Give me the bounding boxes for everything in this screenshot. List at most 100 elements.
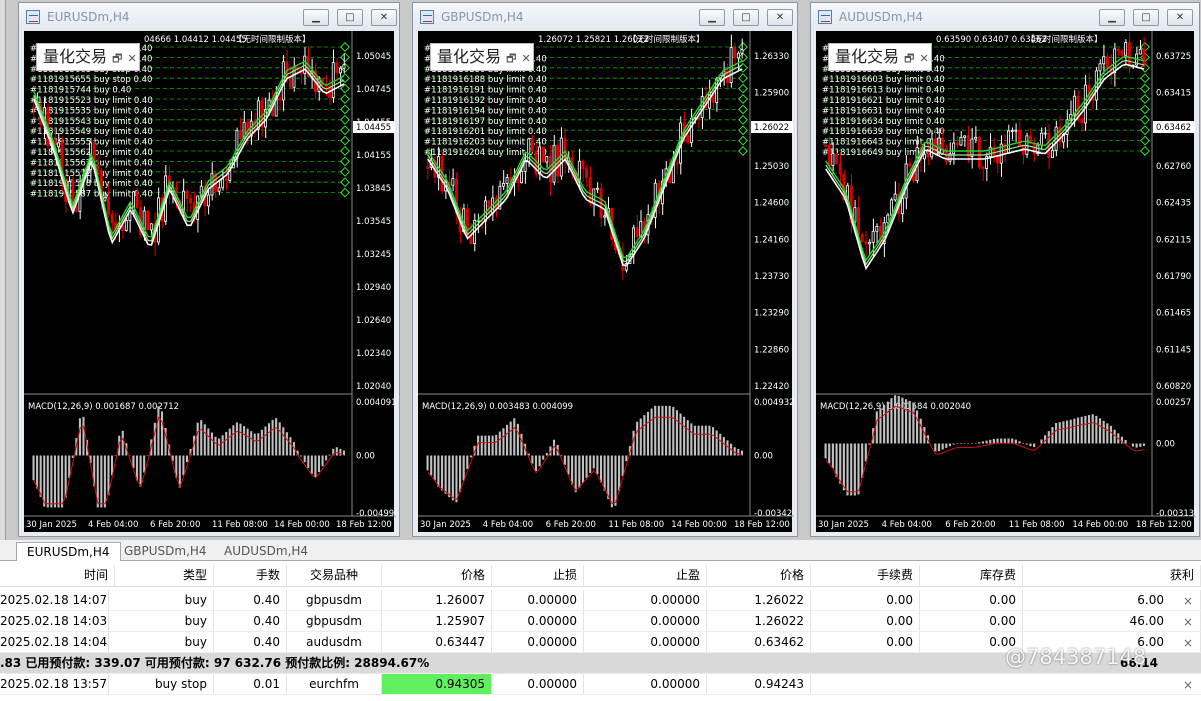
minimize-button[interactable]: ▁: [303, 9, 329, 26]
chart-window-gbpusd[interactable]: GBPUSDm,H4 ▁ □ ✕ #1181916297 buy 0.40#11…: [412, 2, 798, 537]
window-title: AUDUSDm,H4: [839, 10, 924, 24]
column-header[interactable]: 手续费: [811, 565, 920, 586]
order-diamond: [340, 177, 350, 188]
tab-gbpusd[interactable]: GBPUSDm,H4: [114, 542, 217, 561]
macd-bar: [1102, 420, 1105, 444]
macd-bar: [654, 405, 657, 456]
macd-bar: [39, 455, 42, 497]
table-cell: 0.00: [920, 590, 1023, 610]
macd-bar: [908, 400, 911, 444]
restore-icon[interactable]: 🗗: [904, 52, 914, 65]
candle-body: [451, 178, 455, 186]
macd-bar: [462, 455, 465, 481]
column-header[interactable]: 交易品种: [287, 565, 382, 586]
maximize-button[interactable]: □: [337, 9, 363, 26]
close-order-icon[interactable]: ×: [1183, 636, 1193, 650]
table-cell: 2025.02.18 14:03:46: [0, 611, 109, 631]
macd-bar: [1018, 441, 1021, 444]
window-titlebar[interactable]: EURUSDm,H4 ▁ □ ✕: [19, 3, 399, 31]
price-tick: 0.62760: [1156, 162, 1191, 172]
candle-body: [675, 162, 679, 165]
column-header[interactable]: 价格: [707, 565, 811, 586]
candle-body: [585, 168, 589, 178]
column-header[interactable]: 手数: [214, 565, 287, 586]
position-row[interactable]: 2025.02.18 14:07:00 buy0.40gbpusdm1.26007…: [0, 590, 1201, 611]
order-diamond: [738, 83, 748, 94]
maximize-button[interactable]: □: [1133, 9, 1159, 26]
minimize-button[interactable]: ▁: [1099, 9, 1125, 26]
price-tick: 0.61145: [1156, 345, 1191, 355]
table-cell: 0.40: [214, 590, 287, 610]
macd-bar: [246, 428, 249, 456]
candle-body: [868, 241, 871, 245]
price-tick: 0.60820: [1156, 382, 1191, 392]
candle-body: [256, 100, 260, 130]
macd-bar: [912, 402, 915, 444]
column-header[interactable]: 止损: [492, 565, 584, 586]
tab-audusd[interactable]: AUDUSDm,H4: [214, 542, 318, 561]
column-header[interactable]: 时间: [0, 565, 115, 586]
macd-bar: [43, 455, 46, 507]
restore-icon[interactable]: 🗗: [506, 52, 516, 65]
order-diamond: [1140, 83, 1150, 94]
column-header[interactable]: 库存费: [920, 565, 1023, 586]
candle-body: [1007, 130, 1011, 154]
close-order-icon[interactable]: ×: [1183, 678, 1193, 692]
candle-body: [988, 146, 992, 157]
window-titlebar[interactable]: GBPUSDm,H4 ▁ □ ✕: [413, 3, 797, 31]
macd-bar: [509, 421, 512, 456]
column-header[interactable]: 获利: [1023, 565, 1201, 586]
macd-bar: [868, 443, 871, 445]
window-titlebar[interactable]: AUDUSDm,H4 ▁ □ ✕: [811, 3, 1199, 31]
price-chart[interactable]: #1181916738 buy 0.40#1181916593 buy limi…: [816, 31, 1196, 532]
pending-order-row[interactable]: 2025.02.18 13:57:10buy stop0.01eurchfm0.…: [0, 674, 1201, 695]
order-diamond: [1140, 125, 1150, 136]
macd-bar: [875, 411, 878, 444]
candle-body: [595, 187, 599, 190]
price-chart[interactable]: #1181915672 buy stop 0.40#1181915668 buy…: [24, 31, 396, 532]
tab-eurusd[interactable]: EURUSDm,H4: [16, 542, 121, 561]
macd-bar: [567, 455, 570, 475]
minimize-button[interactable]: ▁: [699, 9, 725, 26]
position-row[interactable]: 2025.02.18 14:03:46 buy0.40gbpusdm1.25907…: [0, 611, 1201, 632]
close-order-icon[interactable]: ×: [1183, 615, 1193, 629]
price-tick: 1.02040: [356, 382, 391, 392]
macd-bar: [915, 410, 919, 444]
macd-bar: [228, 428, 231, 456]
close-icon[interactable]: ✕: [128, 52, 137, 65]
candle-body: [733, 47, 737, 59]
chart-window-eurusd[interactable]: EURUSDm,H4 ▁ □ ✕ #1181915672 buy stop 0.…: [18, 2, 400, 537]
close-icon[interactable]: ✕: [522, 52, 531, 65]
close-window-button[interactable]: ✕: [1167, 9, 1193, 26]
order-diamond: [340, 104, 350, 115]
macd-bar: [260, 429, 263, 456]
price-chart[interactable]: #1181916297 buy 0.40#1181916183 buy limi…: [418, 31, 794, 532]
time-tick: 18 Feb 12:00: [734, 520, 790, 530]
macd-bar: [1135, 443, 1138, 448]
candle-body: [831, 153, 835, 166]
close-window-button[interactable]: ✕: [371, 9, 397, 26]
column-header[interactable]: 价格: [382, 565, 492, 586]
candle-body: [736, 52, 740, 59]
close-order-icon[interactable]: ×: [1183, 594, 1193, 608]
close-icon[interactable]: ✕: [920, 52, 929, 65]
macd-bar: [444, 455, 447, 494]
candle-body: [185, 190, 189, 199]
price-tick: 0.61465: [1156, 309, 1191, 319]
macd-bar: [701, 425, 704, 456]
column-header[interactable]: 止盈: [584, 565, 707, 586]
candle-body: [1014, 129, 1018, 132]
maximize-button[interactable]: □: [733, 9, 759, 26]
macd-bar: [650, 408, 653, 456]
macd-bar: [996, 438, 999, 444]
macd-bar: [1055, 423, 1058, 444]
macd-bar: [905, 399, 908, 444]
close-window-button[interactable]: ✕: [767, 9, 793, 26]
candle-body: [520, 171, 523, 183]
macd-bar: [618, 455, 621, 491]
candle-body: [96, 166, 100, 171]
macd-bar: [599, 455, 603, 483]
chart-window-audusd[interactable]: AUDUSDm,H4 ▁ □ ✕ #1181916738 buy 0.40#11…: [810, 2, 1200, 537]
column-header[interactable]: 类型: [115, 565, 214, 586]
restore-icon[interactable]: 🗗: [112, 52, 122, 65]
